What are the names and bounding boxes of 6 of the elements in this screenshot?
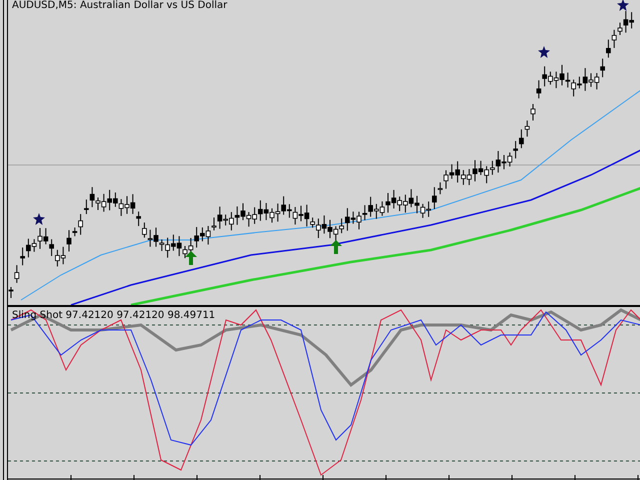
chart-title: AUDUSD,M5: Australian Dollar vs US Dollar [12, 0, 228, 12]
up-arrow-icon [185, 251, 197, 265]
star-icon [617, 0, 629, 11]
up-arrow-icon [330, 240, 342, 254]
star-icon [538, 46, 550, 58]
star-icon [33, 213, 45, 225]
